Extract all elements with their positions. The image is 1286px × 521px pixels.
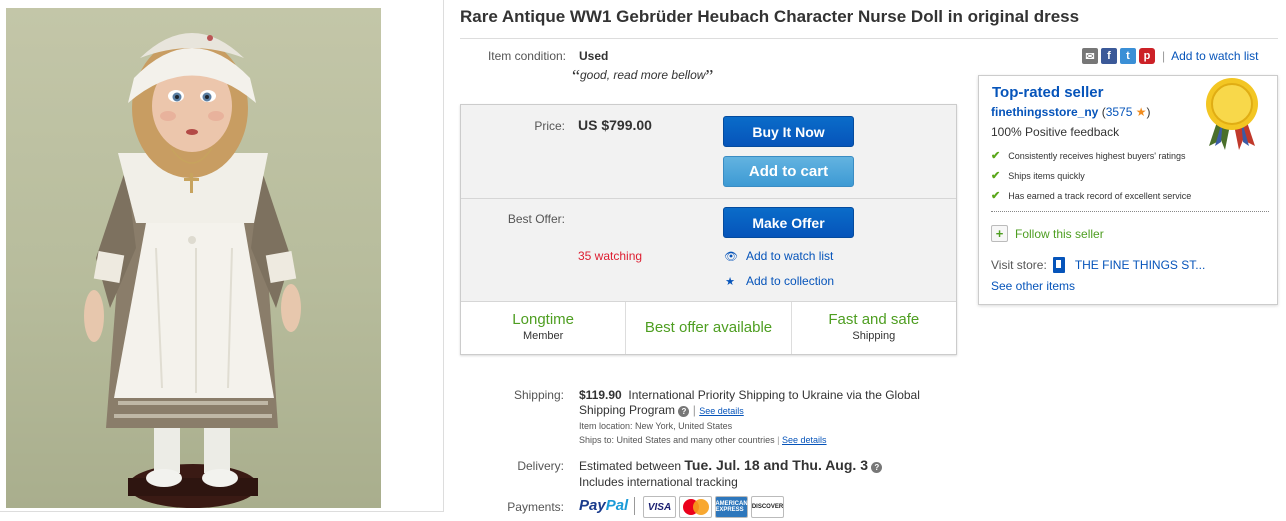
- condition-note: “good, read more bellow”: [572, 66, 713, 87]
- follow-seller-button[interactable]: + Follow this seller: [991, 225, 1104, 242]
- shipping-see-details-link[interactable]: See details: [699, 406, 744, 416]
- share-separator: |: [1162, 49, 1166, 63]
- twitter-share-icon[interactable]: t: [1120, 48, 1136, 64]
- payments-label: Payments:: [507, 500, 564, 514]
- badge-sub: Member: [522, 330, 564, 342]
- item-location: Item location: New York, United States: [579, 421, 732, 431]
- condition-label: Item condition:: [487, 49, 566, 63]
- check-icon: ✔: [991, 150, 1001, 162]
- ships-to-value: United States and many other countries: [616, 435, 775, 445]
- item-location-label: Item location:: [579, 421, 633, 431]
- close-quote: ”: [705, 66, 714, 86]
- badge-main: Fast and safe: [828, 311, 920, 328]
- star-icon: ★: [725, 275, 735, 288]
- seller-feature-text: Ships items quickly: [1008, 170, 1085, 181]
- seller-feature: ✔ Has earned a track record of excellent…: [991, 189, 1191, 202]
- amex-card-icon: AMERICAN EXPRESS: [715, 496, 748, 518]
- positive-feedback: 100% Positive feedback: [991, 125, 1120, 139]
- store-icon: [1052, 257, 1065, 273]
- feedback-star-icon: ★: [1135, 105, 1147, 119]
- badge-main: Best offer available: [644, 319, 773, 336]
- ships-to: Ships to: United States and many other c…: [579, 435, 827, 445]
- seller-feature-text: Has earned a track record of excellent s…: [1008, 190, 1192, 201]
- shipping-method: International Priority Shipping to Ukrai…: [579, 388, 920, 417]
- seller-name-row: finethingsstore_ny (3575 ★): [991, 105, 1151, 119]
- paypal-logo: PayPal: [579, 497, 629, 514]
- see-other-items-link[interactable]: See other items: [991, 279, 1075, 293]
- delivery-tracking: Includes international tracking: [579, 475, 738, 489]
- purchase-box: Price: US $799.00 Buy It Now Add to cart…: [460, 104, 957, 355]
- facebook-share-icon[interactable]: f: [1101, 48, 1117, 64]
- offer-divider: [461, 198, 956, 199]
- condition-note-text: good, read more bellow: [580, 68, 706, 82]
- eye-icon: 👁: [724, 250, 738, 263]
- seller-feature: ✔ Consistently receives highest buyers' …: [991, 149, 1186, 162]
- shipping-value: $119.90 International Priority Shipping …: [579, 388, 920, 417]
- visit-store-label: Visit store:: [991, 258, 1047, 272]
- image-panel: [0, 0, 444, 512]
- visit-store-row: Visit store: THE FINE THINGS ST...: [991, 257, 1205, 273]
- listing-title: Rare Antique WW1 Gebrüder Heubach Charac…: [460, 7, 1080, 26]
- help-icon[interactable]: ?: [678, 406, 690, 417]
- pinterest-share-icon[interactable]: p: [1139, 48, 1155, 64]
- badge-sub: Shipping: [852, 330, 896, 342]
- seller-card: Top-rated seller finethingsstore_ny (357…: [978, 75, 1278, 305]
- open-quote: “: [572, 66, 580, 86]
- seller-feature: ✔ Ships items quickly: [991, 169, 1085, 182]
- share-bar: ✉ f t p | Add to watch list: [1082, 48, 1259, 64]
- delivery-dates: Tue. Jul. 18 and Thu. Aug. 3: [684, 457, 868, 473]
- listing-page: Rare Antique WW1 Gebrüder Heubach Charac…: [0, 0, 1286, 521]
- delivery-value: Estimated between Tue. Jul. 18 and Thu. …: [579, 457, 883, 490]
- condition-value: Used: [579, 49, 609, 63]
- visa-card-icon: VISA: [643, 496, 676, 518]
- seller-divider: [991, 211, 1269, 212]
- plus-icon: +: [991, 225, 1008, 242]
- seller-feedback-score[interactable]: 3575: [1106, 105, 1133, 119]
- best-offer-label: Best Offer:: [507, 212, 565, 226]
- badge-main: Longtime: [512, 311, 575, 328]
- buy-it-now-button[interactable]: Buy It Now: [723, 116, 854, 147]
- shipping-cost: $119.90: [579, 388, 622, 402]
- add-to-cart-button[interactable]: Add to cart: [723, 156, 854, 187]
- badge-longtime: Longtime Member: [461, 302, 627, 354]
- make-offer-button[interactable]: Make Offer: [723, 207, 854, 238]
- seller-name-link[interactable]: finethingsstore_ny: [991, 105, 1098, 119]
- follow-seller-label: Follow this seller: [1015, 226, 1104, 241]
- product-photo[interactable]: [6, 8, 381, 508]
- badge-shipping: Fast and safe Shipping: [792, 302, 956, 354]
- title-divider: [460, 38, 1278, 39]
- email-share-icon[interactable]: ✉: [1082, 48, 1098, 64]
- add-to-watch-list-button[interactable]: 👁 Add to watch list: [724, 249, 833, 263]
- add-to-watch-list-link[interactable]: Add to watch list: [1171, 49, 1258, 63]
- doll-image: [84, 33, 301, 508]
- add-collection-label: Add to collection: [746, 274, 835, 288]
- payments-separator: [634, 497, 635, 515]
- top-rated-medal-icon: [1206, 78, 1258, 150]
- trust-badges: Longtime Member Best offer available Fas…: [461, 302, 956, 354]
- mastercard-icon: [679, 496, 712, 518]
- help-icon[interactable]: ?: [871, 462, 883, 473]
- ships-to-see-details-link[interactable]: See details: [782, 435, 827, 445]
- top-rated-seller-heading: Top-rated seller: [992, 84, 1104, 101]
- shipping-label: Shipping:: [513, 388, 564, 402]
- badge-best-offer: Best offer available: [626, 302, 792, 354]
- ships-to-label: Ships to:: [579, 435, 615, 445]
- add-watch-label: Add to watch list: [746, 249, 834, 263]
- add-to-collection-button[interactable]: ★ Add to collection: [724, 274, 834, 288]
- seller-feature-text: Consistently receives highest buyers' ra…: [1008, 150, 1186, 161]
- price-label: Price:: [534, 119, 565, 133]
- delivery-prefix: Estimated between: [579, 459, 682, 473]
- discover-card-icon: DISCOVER: [751, 496, 784, 518]
- store-name-link[interactable]: THE FINE THINGS ST...: [1075, 258, 1205, 272]
- check-icon: ✔: [991, 170, 1001, 182]
- item-location-value: New York, United States: [635, 421, 733, 431]
- price-value: US $799.00: [578, 117, 652, 133]
- watching-count: 35 watching: [578, 249, 643, 263]
- delivery-label: Delivery:: [517, 459, 564, 473]
- check-icon: ✔: [991, 190, 1001, 202]
